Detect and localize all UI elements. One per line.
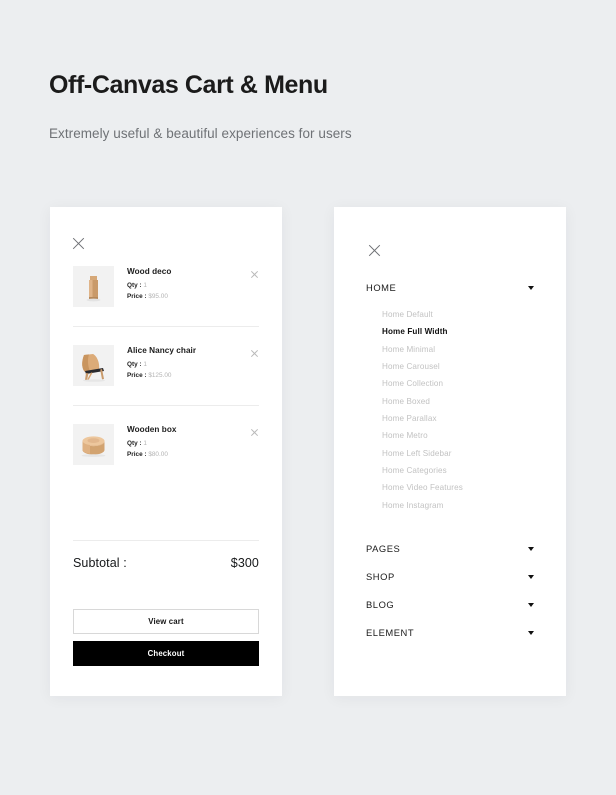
chevron-down-icon[interactable] <box>528 546 534 551</box>
submenu-item-home-default[interactable]: Home Default <box>382 306 534 323</box>
checkout-button[interactable]: Checkout <box>73 641 259 666</box>
cart-close-icon[interactable] <box>71 235 86 250</box>
cart-item-info: Wooden box Qty : 1 Price : $80.00 <box>127 424 259 460</box>
cart-item: Alice Nancy chair Qty : 1 Price : $125.0… <box>73 345 259 406</box>
submenu-item-home-parallax[interactable]: Home Parallax <box>382 410 534 427</box>
remove-icon[interactable] <box>250 269 259 278</box>
price-value: $125.00 <box>148 371 172 379</box>
chevron-down-icon[interactable] <box>528 602 534 607</box>
menu-item-home[interactable]: HOME <box>366 281 534 294</box>
qty-value: 1 <box>143 440 147 448</box>
subtotal-row: Subtotal : $300 <box>73 556 259 570</box>
submenu-item-home-instagram[interactable]: Home Instagram <box>382 497 534 514</box>
view-cart-button[interactable]: View cart <box>73 609 259 634</box>
menu-item-shop-label: SHOP <box>366 571 395 582</box>
submenu-item-home-left-sidebar[interactable]: Home Left Sidebar <box>382 445 534 462</box>
submenu-item-home-minimal[interactable]: Home Minimal <box>382 341 534 358</box>
wood-deco-thumb <box>73 266 114 307</box>
chevron-down-icon[interactable] <box>528 285 534 290</box>
page-title: Off-Canvas Cart & Menu <box>49 71 328 99</box>
cart-item-info: Alice Nancy chair Qty : 1 Price : $125.0… <box>127 345 259 381</box>
qty-value: 1 <box>143 361 147 369</box>
price-label: Price : <box>127 371 147 379</box>
qty-label: Qty : <box>127 440 142 448</box>
qty-label: Qty : <box>127 361 142 369</box>
chevron-down-icon[interactable] <box>528 574 534 579</box>
menu-item-pages[interactable]: PAGES <box>366 542 534 555</box>
menu-close-icon[interactable] <box>367 242 382 257</box>
qty-label: Qty : <box>127 282 142 290</box>
price-value: $80.00 <box>148 450 168 458</box>
page-header: Off-Canvas Cart & Menu Extremely useful … <box>49 70 569 141</box>
menu-item-pages-label: PAGES <box>366 543 401 554</box>
alice-nancy-chair-thumb <box>73 345 114 386</box>
cart-item: Wood deco Qty : 1 Price : $95.00 <box>73 266 259 327</box>
cart-item: Wooden box Qty : 1 Price : $80.00 <box>73 424 259 484</box>
chevron-down-icon[interactable] <box>528 630 534 635</box>
cart-item-name: Alice Nancy chair <box>127 346 197 355</box>
submenu-item-home-full-width[interactable]: Home Full Width <box>382 323 534 340</box>
cart-item-meta: Qty : 1 Price : $125.00 <box>127 360 259 381</box>
qty-value: 1 <box>143 282 147 290</box>
price-label: Price : <box>127 450 147 458</box>
menu-item-element-label: ELEMENT <box>366 627 415 638</box>
menu-nav: HOME Home Default Home Full Width Home M… <box>366 281 534 514</box>
menu-item-blog[interactable]: BLOG <box>366 598 534 611</box>
page-subtitle: Extremely useful & beautiful experiences… <box>49 126 352 141</box>
cart-item-name: Wood deco <box>127 267 172 276</box>
remove-icon[interactable] <box>250 348 259 357</box>
cart-item-list: Wood deco Qty : 1 Price : $95.00 Alice N… <box>73 266 259 484</box>
submenu-item-home-categories[interactable]: Home Categories <box>382 462 534 479</box>
subtotal-label: Subtotal : <box>73 556 127 570</box>
submenu-item-home-boxed[interactable]: Home Boxed <box>382 393 534 410</box>
wooden-box-thumb <box>73 424 114 465</box>
submenu-item-home-collection[interactable]: Home Collection <box>382 375 534 392</box>
submenu-item-home-metro[interactable]: Home Metro <box>382 427 534 444</box>
menu-item-shop[interactable]: SHOP <box>366 570 534 583</box>
subtotal-divider <box>73 540 259 541</box>
cart-item-name: Wooden box <box>127 425 177 434</box>
price-value: $95.00 <box>148 292 168 300</box>
remove-icon[interactable] <box>250 427 259 436</box>
home-submenu: Home Default Home Full Width Home Minima… <box>366 306 534 514</box>
menu-item-element[interactable]: ELEMENT <box>366 626 534 639</box>
menu-item-home-label: HOME <box>366 282 397 293</box>
submenu-item-home-video-features[interactable]: Home Video Features <box>382 479 534 496</box>
cart-item-meta: Qty : 1 Price : $95.00 <box>127 281 259 302</box>
submenu-item-home-carousel[interactable]: Home Carousel <box>382 358 534 375</box>
menu-item-blog-label: BLOG <box>366 599 395 610</box>
cart-item-meta: Qty : 1 Price : $80.00 <box>127 439 259 460</box>
subtotal-value: $300 <box>230 556 259 570</box>
cart-item-info: Wood deco Qty : 1 Price : $95.00 <box>127 266 259 302</box>
price-label: Price : <box>127 292 147 300</box>
